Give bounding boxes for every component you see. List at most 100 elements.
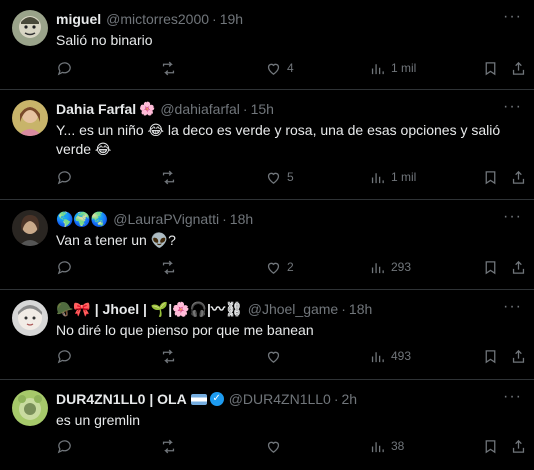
bookmark-button[interactable]	[482, 259, 499, 276]
reply-post[interactable]: ··· 🌎🌍🌏 @LauraPVignatti · 18h Van a tene…	[0, 200, 534, 290]
share-button[interactable]	[510, 348, 527, 365]
reply-button[interactable]	[56, 348, 78, 365]
avatar[interactable]	[12, 100, 48, 136]
views-chart-icon	[371, 172, 384, 183]
pale-character-avatar-icon	[12, 300, 48, 336]
views-button[interactable]: 1 mil	[369, 169, 416, 186]
views-button[interactable]: 1 mil	[369, 60, 416, 77]
repost-button[interactable]	[160, 60, 182, 77]
heart-icon	[267, 63, 280, 75]
reply-feed: ··· miguel @mictorres2000 · 19h Salió no…	[0, 0, 534, 470]
repost-icon	[162, 260, 175, 274]
avatar[interactable]	[12, 10, 48, 46]
argentina-flag-icon	[190, 393, 207, 405]
post-time[interactable]: 15h	[251, 101, 274, 117]
more-options-icon[interactable]: ···	[503, 98, 522, 116]
views-button[interactable]: 293	[369, 259, 411, 276]
reply-post[interactable]: ··· miguel @mictorres2000 · 19h Salió no…	[0, 0, 534, 90]
display-name[interactable]: miguel	[56, 11, 101, 27]
repost-icon	[162, 349, 175, 363]
action-bar: 38	[44, 436, 526, 456]
view-count: 1 mil	[391, 170, 417, 184]
share-button[interactable]	[510, 169, 527, 186]
more-options-icon[interactable]: ···	[503, 388, 522, 406]
views-button[interactable]: 38	[369, 438, 404, 455]
reply-post[interactable]: ··· DUR4ZN1LL0 | OLA ✓ @DUR4ZN1LL0 · 2h …	[0, 380, 534, 470]
post-time[interactable]: 19h	[220, 11, 243, 27]
view-count: 293	[391, 260, 412, 274]
like-button[interactable]: 4	[265, 60, 294, 77]
repost-icon	[162, 439, 175, 453]
repost-button[interactable]	[160, 259, 182, 276]
avatar[interactable]	[12, 300, 48, 336]
user-handle[interactable]: @mictorres2000	[106, 11, 209, 27]
name-emoji: 🌸	[139, 101, 156, 116]
like-count: 2	[287, 260, 294, 274]
view-count: 1 mil	[391, 61, 417, 75]
like-button[interactable]: 2	[265, 259, 294, 276]
user-handle[interactable]: @DUR4ZN1LL0	[229, 391, 331, 407]
post-time[interactable]: 18h	[230, 211, 253, 227]
bookmark-button[interactable]	[482, 348, 499, 365]
repost-button[interactable]	[160, 169, 182, 186]
share-button[interactable]	[510, 438, 527, 455]
green-creature-avatar-icon	[12, 390, 48, 426]
post-header: DUR4ZN1LL0 | OLA ✓ @DUR4ZN1LL0 · 2h	[56, 390, 526, 408]
bookmark-icon	[485, 260, 496, 274]
display-name[interactable]: Dahia Farfal	[56, 101, 136, 117]
display-name[interactable]: 🌎🌍🌏	[56, 211, 108, 228]
post-time[interactable]: 18h	[349, 301, 372, 317]
repost-button[interactable]	[160, 438, 182, 455]
post-header: miguel @mictorres2000 · 19h	[56, 10, 526, 28]
bookmark-icon	[485, 439, 496, 453]
separator-dot: ·	[341, 301, 346, 317]
display-name[interactable]: DUR4ZN1LL0 | OLA	[56, 391, 187, 407]
like-button[interactable]: 5	[265, 169, 294, 186]
reply-button[interactable]	[56, 60, 78, 77]
like-button[interactable]	[265, 348, 287, 365]
bookmark-button[interactable]	[482, 438, 499, 455]
bookmark-icon	[485, 61, 496, 75]
user-handle[interactable]: @LauraPVignatti	[113, 211, 219, 227]
bookmark-button[interactable]	[482, 169, 499, 186]
avatar[interactable]	[12, 210, 48, 246]
heart-icon	[267, 351, 280, 363]
action-bar: 493	[44, 346, 526, 366]
reply-icon	[57, 439, 71, 453]
avatar[interactable]	[12, 390, 48, 426]
user-handle[interactable]: @dahiafarfal	[160, 101, 240, 117]
reply-button[interactable]	[56, 438, 78, 455]
separator-dot: ·	[212, 11, 217, 27]
share-icon	[512, 260, 525, 274]
like-count: 4	[287, 61, 294, 75]
share-button[interactable]	[510, 60, 527, 77]
user-handle[interactable]: @Jhoel_game	[248, 301, 339, 317]
share-icon	[512, 439, 525, 453]
more-options-icon[interactable]: ···	[503, 208, 522, 226]
action-bar: 5 1 mil	[44, 167, 526, 187]
more-options-icon[interactable]: ···	[503, 8, 522, 26]
separator-dot: ·	[333, 391, 339, 407]
reply-icon	[57, 61, 71, 75]
reply-post[interactable]: ··· Dahia Farfal 🌸 @dahiafarfal · 15h Y.…	[0, 90, 534, 200]
like-button[interactable]	[265, 438, 287, 455]
reply-button[interactable]	[56, 259, 78, 276]
post-text: es un gremlin	[56, 412, 141, 428]
action-bar: 2 293	[44, 257, 526, 277]
views-button[interactable]: 493	[369, 348, 411, 365]
post-time[interactable]: 2h	[342, 391, 358, 407]
share-icon	[512, 61, 525, 75]
bookmark-icon	[485, 170, 496, 184]
more-options-icon[interactable]: ···	[503, 298, 522, 316]
display-name[interactable]: 🪖🎀 | Jhoel | 🌱|🌸🎧|〰⛓	[56, 299, 243, 319]
share-button[interactable]	[510, 259, 527, 276]
reply-button[interactable]	[56, 169, 78, 186]
reply-post[interactable]: ··· 🪖🎀 | Jhoel | 🌱|🌸🎧|〰⛓ @Jhoel_game · 1…	[0, 290, 534, 380]
separator-dot: ·	[222, 211, 227, 227]
repost-button[interactable]	[160, 348, 182, 365]
bookmark-button[interactable]	[482, 60, 499, 77]
post-text: Van a tener un 👽?	[56, 232, 176, 248]
post-header: 🌎🌍🌏 @LauraPVignatti · 18h	[56, 210, 526, 228]
views-chart-icon	[371, 63, 384, 74]
reply-icon	[57, 170, 71, 184]
